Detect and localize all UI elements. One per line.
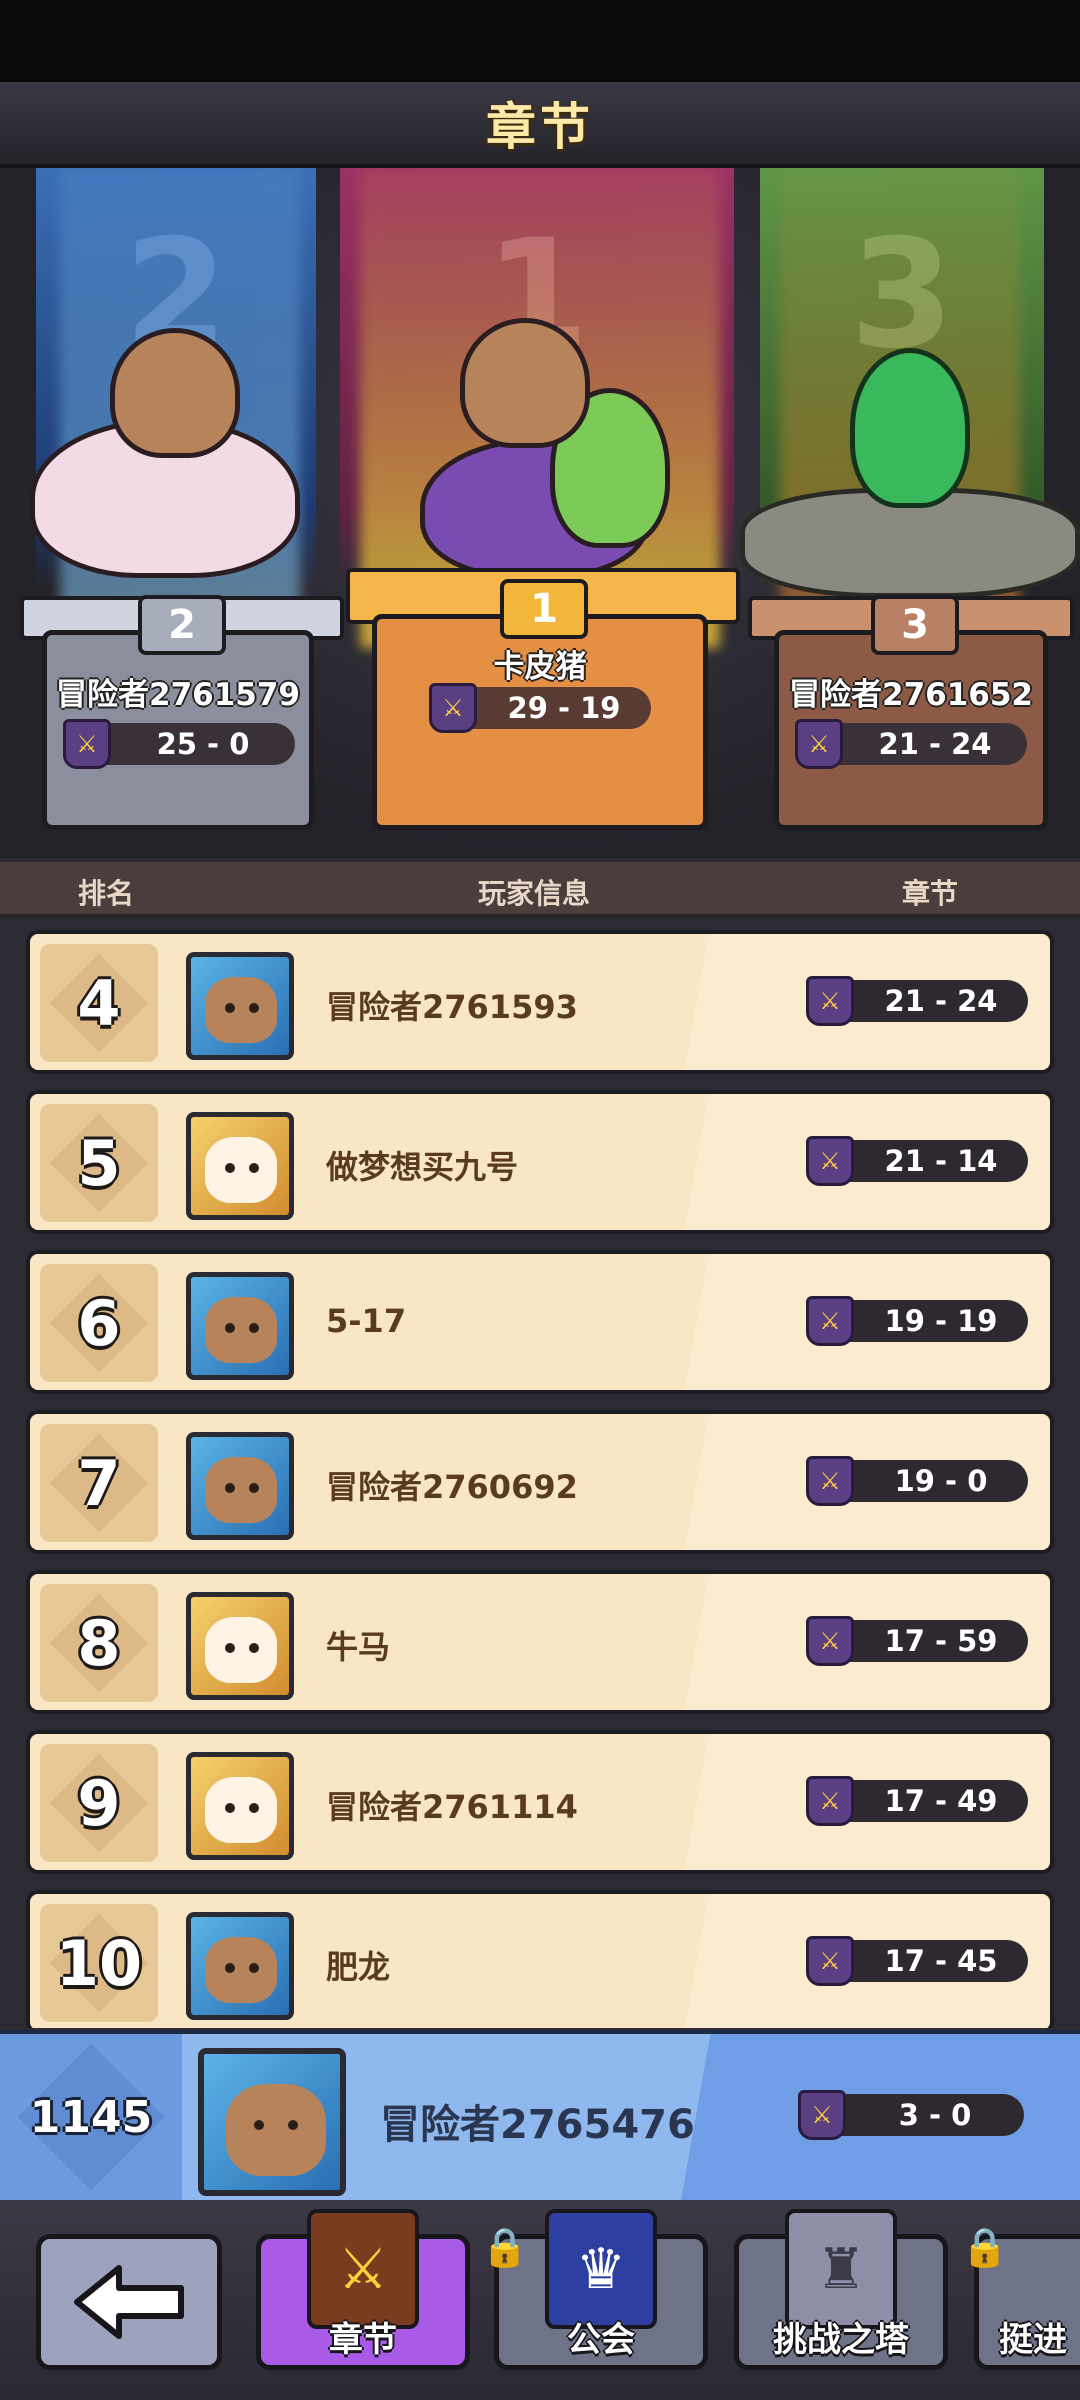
- player-name: 5-17: [326, 1302, 407, 1340]
- lock-icon: 🔒: [961, 2224, 1009, 2269]
- my-chapter-score: ⚔ 3 - 0: [798, 2090, 1024, 2140]
- chapter-score: ⚔ 21 - 14: [806, 1136, 1028, 1186]
- player-avatar[interactable]: [186, 1272, 294, 1380]
- chapter-score: ⚔ 17 - 45: [806, 1936, 1028, 1986]
- column-rank: 排名: [78, 877, 135, 910]
- rank-number-box: 4: [40, 944, 158, 1062]
- chapter-score: ⚔ 17 - 49: [806, 1776, 1028, 1826]
- player-avatar[interactable]: [186, 952, 294, 1060]
- chapter-score: ⚔ 19 - 19: [806, 1296, 1028, 1346]
- ranking-row[interactable]: 4 冒险者2761593 ⚔ 21 - 24: [26, 930, 1054, 1074]
- player-avatar[interactable]: [186, 1432, 294, 1540]
- chapter-badge-icon: ⚔: [806, 976, 854, 1026]
- chapter-badge-icon: ⚔: [806, 1936, 854, 1986]
- my-rank-bar: 1145 冒险者2765476 ⚔ 3 - 0: [0, 2030, 1080, 2208]
- page-title: 章节: [486, 98, 594, 156]
- chapter-badge-icon: ⚔: [806, 1136, 854, 1186]
- pedestal-rank-3: 3 冒险者2761652 ⚔ 21 - 24: [774, 595, 1048, 830]
- player-name: 冒险者2761114: [326, 1788, 578, 1826]
- player-name: 做梦想买九号: [326, 1148, 519, 1186]
- chapter-badge-icon: ⚔: [806, 1616, 854, 1666]
- status-bar: [0, 0, 1080, 82]
- frog-suit-capybara: [850, 348, 970, 508]
- back-button[interactable]: [36, 2234, 222, 2370]
- my-player-name: 冒险者2765476: [380, 2102, 695, 2148]
- ranking-row[interactable]: 5 做梦想买九号 ⚔ 21 - 14: [26, 1090, 1054, 1234]
- chapter-score: ⚔ 19 - 0: [806, 1456, 1028, 1506]
- column-chapter: 章节: [902, 877, 959, 910]
- ranking-row[interactable]: 7 冒险者2760692 ⚔ 19 - 0: [26, 1410, 1054, 1554]
- ranking-row[interactable]: 8 牛马 ⚔ 17 - 59: [26, 1570, 1054, 1714]
- player-name: 冒险者2760692: [326, 1468, 578, 1506]
- my-rank-box: 1145: [0, 2034, 182, 2200]
- player-name: 冒险者2761593: [326, 988, 578, 1026]
- tab-challenge-tower[interactable]: ♜ 挑战之塔: [734, 2209, 948, 2370]
- column-player-info: 玩家信息: [478, 877, 591, 910]
- podium-area: 2 1 3 2 冒险者2761579 ⚔ 25 - 0 1 卡皮猪 ⚔ 29: [0, 168, 1080, 858]
- rank-number-box: 9: [40, 1744, 158, 1862]
- lock-icon: 🔒: [481, 2224, 529, 2269]
- podium-name-1: 卡皮猪: [493, 649, 587, 685]
- ranking-list[interactable]: 4 冒险者2761593 ⚔ 21 - 24 5 做梦想买九号 ⚔ 21 - 14 …: [0, 918, 1080, 2028]
- podium-score-1: ⚔ 29 - 19: [429, 683, 651, 733]
- chapter-badge-icon: ⚔: [806, 1296, 854, 1346]
- podium-name-2: 冒险者2761579: [56, 677, 300, 713]
- ranking-row[interactable]: 9 冒险者2761114 ⚔ 17 - 49: [26, 1730, 1054, 1874]
- player-name: 牛马: [326, 1628, 391, 1666]
- silver-crown-icon: 2: [138, 595, 226, 655]
- guild-crown-icon: ♛: [545, 2209, 657, 2329]
- ranking-row[interactable]: 10 肥龙 ⚔ 17 - 45: [26, 1890, 1054, 2028]
- chapter-scroll-icon: ⚔: [307, 2209, 419, 2329]
- capybara-rider-2: [110, 328, 240, 458]
- rank-number-box: 6: [40, 1264, 158, 1382]
- rank-number-box: 8: [40, 1584, 158, 1702]
- podium-name-3: 冒险者2761652: [789, 677, 1033, 713]
- back-arrow-icon: [74, 2265, 184, 2339]
- player-avatar[interactable]: [186, 1592, 294, 1700]
- chapter-badge-icon: ⚔: [429, 683, 477, 733]
- player-name: 肥龙: [326, 1948, 391, 1986]
- tower-icon: ♜: [785, 2209, 897, 2329]
- rank-number-box: 7: [40, 1424, 158, 1542]
- capybara-rider-1: [460, 318, 590, 448]
- chapter-badge-icon: ⚔: [795, 719, 843, 769]
- tab-chapter[interactable]: ⚔ 章节: [256, 2209, 470, 2370]
- chapter-badge-icon: ⚔: [63, 719, 111, 769]
- chapter-score: ⚔ 17 - 59: [806, 1616, 1028, 1666]
- player-avatar[interactable]: [186, 1112, 294, 1220]
- ranking-row[interactable]: 6 5-17 ⚔ 19 - 19: [26, 1250, 1054, 1394]
- chapter-badge-icon: ⚔: [806, 1776, 854, 1826]
- podium-score-3: ⚔ 21 - 24: [795, 719, 1027, 769]
- my-avatar[interactable]: [198, 2048, 346, 2196]
- pedestal-rank-2: 2 冒险者2761579 ⚔ 25 - 0: [42, 595, 314, 830]
- podium-score-2: ⚔ 25 - 0: [63, 719, 295, 769]
- bronze-crown-icon: 3: [871, 595, 959, 655]
- chapter-badge-icon: ⚔: [798, 2090, 846, 2140]
- rank-number-box: 10: [40, 1904, 158, 2022]
- player-avatar[interactable]: [186, 1752, 294, 1860]
- bottom-navigation: ⚔ 章节 🔒 ♛ 公会 ♜ 挑战之塔 🔒 挺进: [0, 2200, 1080, 2400]
- tab-guild[interactable]: 🔒 ♛ 公会: [481, 2209, 708, 2370]
- tab-advance[interactable]: 🔒 挺进: [961, 2225, 1080, 2370]
- chapter-badge-icon: ⚔: [806, 1456, 854, 1506]
- pedestal-rank-1: 1 卡皮猪 ⚔ 29 - 19: [372, 579, 708, 830]
- title-bar: 章节: [0, 82, 1080, 168]
- chapter-score: ⚔ 21 - 24: [806, 976, 1028, 1026]
- gold-crown-icon: 1: [500, 579, 588, 639]
- player-avatar[interactable]: [186, 1912, 294, 2020]
- ranking-table-header: 排名 玩家信息 章节: [0, 862, 1080, 918]
- rank-number-box: 5: [40, 1104, 158, 1222]
